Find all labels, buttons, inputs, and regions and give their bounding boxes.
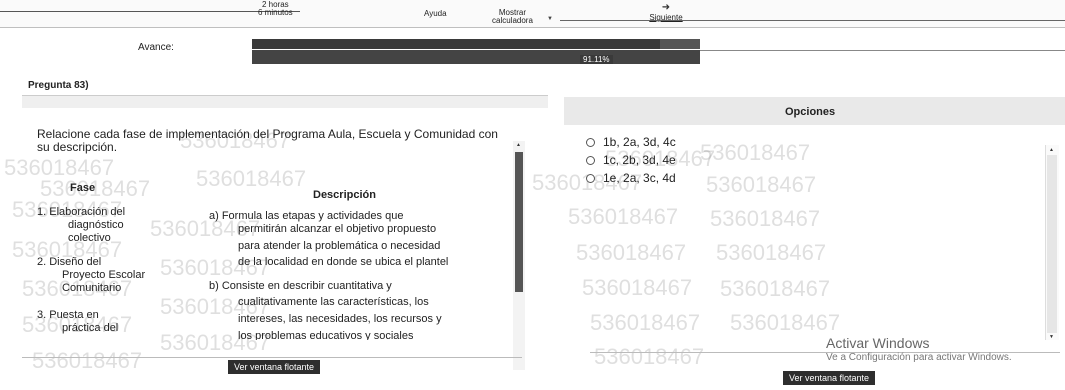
question-number: Pregunta 83) [28, 80, 89, 91]
arrow-right-icon: ➜ [661, 2, 671, 13]
watermark: 536018467 [700, 140, 811, 165]
floating-window-button[interactable]: Ver ventana flotante [783, 371, 876, 385]
progress-rule [700, 50, 1065, 51]
watermark: 536018467 [4, 155, 115, 180]
watermark: 536018467 [196, 166, 307, 191]
scroll-up-icon[interactable]: ▲ [516, 142, 521, 148]
description-cell: cualitativamente las características, lo… [238, 296, 429, 308]
option-label: 1b, 2a, 3d, 4c [603, 135, 676, 149]
toolbar-divider [0, 11, 300, 12]
progress-label: Avance: [138, 42, 174, 53]
toolbar-rule [560, 20, 1065, 21]
option-1[interactable]: 1b, 2a, 3d, 4c [586, 135, 676, 149]
scroll-down-icon[interactable]: ▼ [1049, 334, 1054, 340]
windows-activation-title: Activar Windows [826, 335, 930, 351]
question-header-band [22, 96, 548, 108]
watermark: 536018467 [582, 275, 693, 300]
scroll-up-icon[interactable]: ▲ [1049, 147, 1054, 153]
option-label: 1e, 2a, 3c, 4d [603, 171, 676, 185]
help-link[interactable]: Ayuda [424, 9, 447, 18]
phase-cell: 1. Elaboración del [37, 206, 126, 218]
description-cell: de la localidad en donde se ubica el pla… [238, 256, 449, 268]
floating-window-button[interactable]: Ver ventana flotante [228, 360, 321, 374]
col-header-description: Descripción [313, 189, 376, 201]
watermark: 536018467 [730, 310, 841, 335]
progress-bar-lower [252, 50, 700, 64]
phase-cell: práctica del [62, 322, 119, 334]
description-cell: a) Formula las etapas y actividades que [209, 210, 404, 222]
option-label: 1c, 2b, 3d, 4e [603, 153, 676, 167]
question-text: Relacione cada fase de implementación de… [37, 127, 498, 154]
watermark: 536018467 [706, 172, 817, 197]
question-scrollbar-thumb[interactable] [515, 152, 523, 292]
watermark: 536018467 [32, 348, 143, 373]
phase-cell: 3. Puesta en [37, 309, 99, 321]
options-scrollbar-thumb[interactable] [1047, 155, 1057, 333]
progress-bar [252, 39, 700, 49]
watermark: 536018467 [568, 204, 679, 229]
description-cell: para atender la problemática o necesidad [238, 240, 441, 252]
watermark: 536018467 [590, 310, 701, 335]
description-cell: b) Consiste en describir cuantitativa y [209, 280, 392, 292]
option-3[interactable]: 1e, 2a, 3c, 4d [586, 171, 676, 185]
description-cell: los problemas educativos y sociales [238, 330, 414, 340]
col-header-phase: Fase [70, 182, 96, 194]
calc-label-line2: calculadora [492, 16, 533, 25]
progress-fill [252, 39, 661, 49]
timer: 2 horas 6 minutos [258, 1, 293, 17]
phase-cell: diagnóstico [68, 219, 124, 231]
timer-minutes: 6 minutos [258, 8, 293, 17]
option-2[interactable]: 1c, 2b, 3d, 4e [586, 153, 676, 167]
phase-cell: colectivo [68, 232, 111, 244]
watermark: 536018467 [594, 344, 705, 369]
progress-percent: 91.11% [580, 55, 613, 64]
phase-cell: Comunitario [62, 282, 122, 294]
description-cell: permitirán alcanzar el objetivo propuest… [238, 223, 437, 235]
watermark: 536018467 [710, 206, 821, 231]
show-calculator-button[interactable]: Mostrar calculadora [492, 9, 533, 25]
watermark: 536018467 [720, 276, 831, 301]
watermark: 536018467 [716, 240, 827, 265]
radio-icon[interactable] [586, 155, 595, 165]
bottom-divider [22, 357, 522, 358]
watermark: 536018467 [576, 240, 687, 265]
phase-cell: Proyecto Escolar [62, 269, 146, 281]
description-cell: intereses, las necesidades, los recursos… [238, 313, 442, 325]
chevron-down-icon[interactable]: ▼ [547, 16, 553, 22]
phase-cell: 2. Diseño del [37, 256, 102, 268]
options-title: Opciones [785, 106, 836, 118]
radio-icon[interactable] [586, 137, 595, 147]
radio-icon[interactable] [586, 173, 595, 183]
windows-activation-subtitle: Ve a Configuración para activar Windows. [826, 352, 1012, 363]
